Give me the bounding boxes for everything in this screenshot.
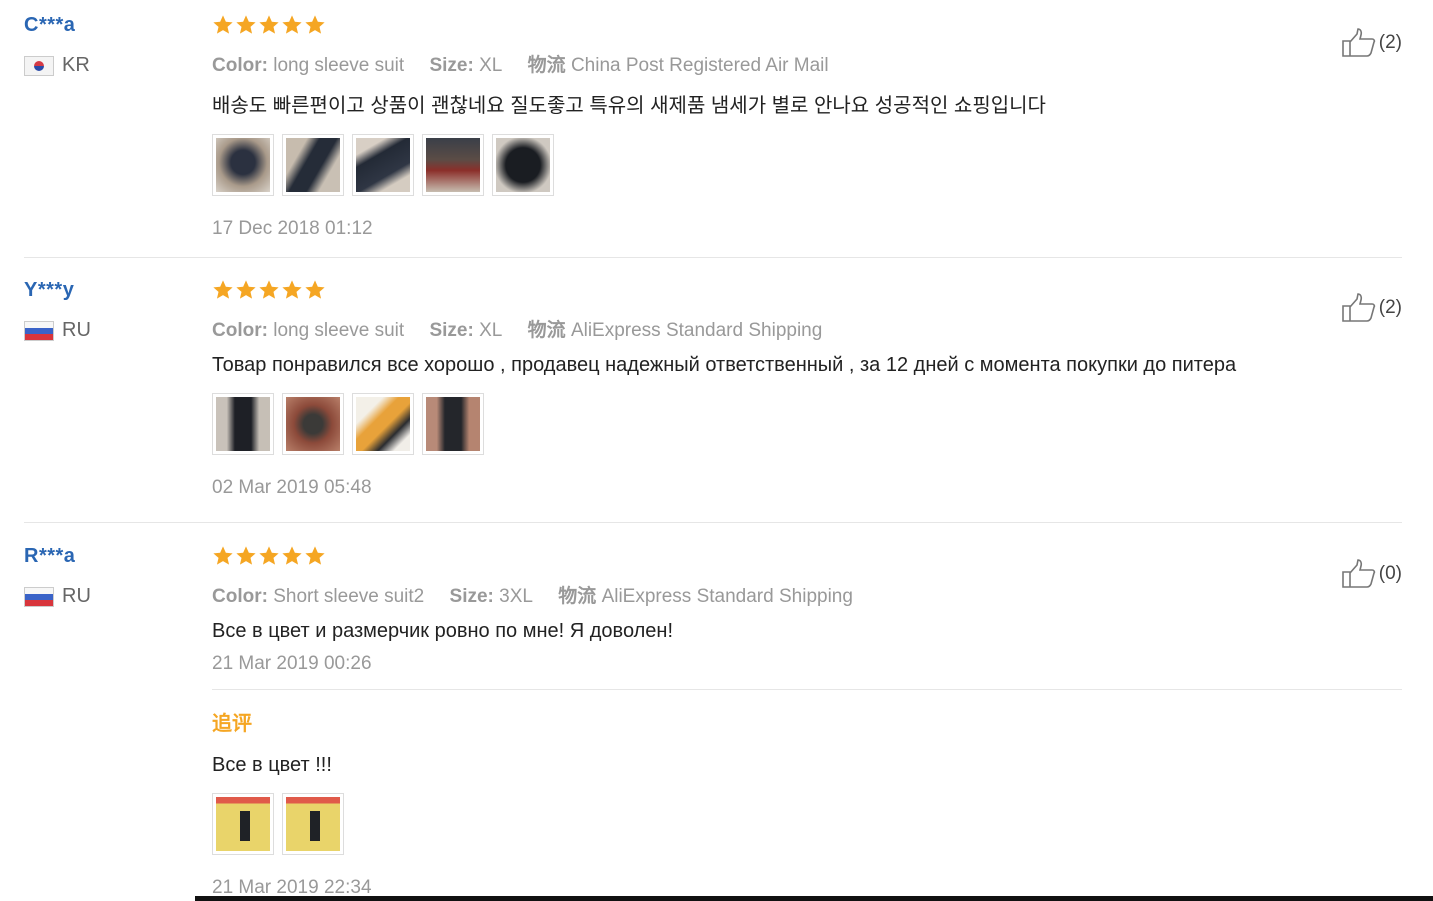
size-label: Size:: [429, 55, 474, 76]
review-date: 02 Mar 2019 05:48: [212, 477, 372, 498]
color-value: long sleeve suit: [273, 320, 405, 341]
thumbs-up-icon: [1341, 28, 1375, 57]
star-icon: [213, 546, 233, 565]
like-button[interactable]: (2): [1341, 293, 1402, 323]
star-icon: [236, 280, 256, 299]
reviewer-name[interactable]: Y***y: [24, 279, 91, 305]
review-photos: [212, 393, 1362, 455]
shipping-value: AliExpress Standard Shipping: [570, 320, 823, 341]
review-text: Все в цвет и размерчик ровно по мне! Я д…: [212, 620, 674, 642]
followup-review: 追评 Все в цвет !!! 21 Mar 2019 22:34: [212, 707, 1362, 899]
color-value: Short sleeve suit2: [273, 586, 425, 607]
review-photo-thumbnail[interactable]: [282, 393, 344, 455]
review-photo-thumbnail[interactable]: [282, 793, 344, 855]
country-code: RU: [62, 319, 91, 341]
star-icon: [305, 15, 325, 34]
bottom-scrollbar[interactable]: [195, 896, 1433, 901]
followup-text: Все в цвет !!!: [212, 754, 332, 776]
review-photos: [212, 134, 1362, 196]
flag-ru-icon: [24, 586, 54, 607]
size-value: XL: [479, 320, 503, 341]
reviewer-info: C***a KR: [24, 14, 90, 77]
review-photo-thumbnail[interactable]: [212, 393, 274, 455]
followup-divider: [212, 689, 1402, 690]
like-button[interactable]: (0): [1341, 559, 1402, 589]
order-info: Color: long sleeve suit Size: XL 物流 AliE…: [212, 315, 1362, 342]
star-rating: [212, 279, 1362, 305]
star-icon: [236, 15, 256, 34]
star-rating: [212, 14, 1362, 40]
like-count: (2): [1378, 32, 1402, 53]
shipping-value: China Post Registered Air Mail: [570, 55, 829, 76]
star-icon: [259, 15, 279, 34]
size-value: 3XL: [499, 586, 533, 607]
country-code: KR: [62, 54, 90, 76]
size-value: XL: [479, 55, 503, 76]
like-count: (2): [1378, 297, 1402, 318]
like-count: (0): [1378, 563, 1402, 584]
reviewer-country: RU: [24, 319, 91, 342]
followup-photos: [212, 793, 1362, 855]
thumbs-up-icon: [1341, 559, 1375, 588]
country-code: RU: [62, 585, 91, 607]
order-info: Color: Short sleeve suit2 Size: 3XL 物流 A…: [212, 581, 1362, 608]
color-label: Color:: [212, 586, 268, 607]
review-photo-thumbnail[interactable]: [492, 134, 554, 196]
review-divider: [24, 257, 1402, 258]
reviewer-info: Y***y RU: [24, 279, 91, 342]
star-icon: [305, 280, 325, 299]
star-icon: [213, 280, 233, 299]
flag-ru-icon: [24, 320, 54, 341]
reviewer-name[interactable]: C***a: [24, 14, 90, 40]
thumbs-up-icon: [1341, 293, 1375, 322]
shipping-label: 物流: [527, 320, 566, 341]
review-text: Товар понравился все хорошо , продавец н…: [212, 354, 1237, 376]
review-content: Color: Short sleeve suit2 Size: 3XL 物流 A…: [212, 545, 1362, 675]
star-icon: [305, 546, 325, 565]
review-photo-thumbnail[interactable]: [422, 393, 484, 455]
review-date: 17 Dec 2018 01:12: [212, 218, 373, 239]
color-label: Color:: [212, 55, 268, 76]
color-label: Color:: [212, 320, 268, 341]
star-icon: [259, 546, 279, 565]
color-value: long sleeve suit: [273, 55, 405, 76]
like-button[interactable]: (2): [1341, 28, 1402, 58]
followup-title: 追评: [212, 713, 252, 735]
shipping-label: 物流: [527, 55, 566, 76]
shipping-value: AliExpress Standard Shipping: [601, 586, 853, 607]
size-label: Size:: [429, 320, 474, 341]
reviewer-name[interactable]: R***a: [24, 545, 91, 571]
review-text: 배송도 빠른편이고 상품이 괜찮네요 질도좋고 특유의 새제품 냄세가 별로 안…: [212, 95, 1046, 117]
review-content: Color: long sleeve suit Size: XL 物流 Chin…: [212, 14, 1362, 240]
review-photo-thumbnail[interactable]: [282, 134, 344, 196]
star-rating: [212, 545, 1362, 571]
review-photo-thumbnail[interactable]: [422, 134, 484, 196]
review-date: 21 Mar 2019 00:26: [212, 653, 372, 674]
star-icon: [282, 546, 302, 565]
review-photo-thumbnail[interactable]: [352, 393, 414, 455]
order-info: Color: long sleeve suit Size: XL 物流 Chin…: [212, 50, 1362, 77]
star-icon: [236, 546, 256, 565]
review-photo-thumbnail[interactable]: [212, 134, 274, 196]
reviewer-country: RU: [24, 585, 91, 608]
star-icon: [282, 280, 302, 299]
review-photo-thumbnail[interactable]: [212, 793, 274, 855]
review-content: Color: long sleeve suit Size: XL 物流 AliE…: [212, 279, 1362, 499]
flag-kr-icon: [24, 55, 54, 76]
review-divider: [24, 522, 1402, 523]
shipping-label: 物流: [558, 586, 597, 607]
star-icon: [259, 280, 279, 299]
reviewer-info: R***a RU: [24, 545, 91, 608]
size-label: Size:: [449, 586, 494, 607]
star-icon: [282, 15, 302, 34]
review-photo-thumbnail[interactable]: [352, 134, 414, 196]
star-icon: [213, 15, 233, 34]
reviewer-country: KR: [24, 54, 90, 77]
